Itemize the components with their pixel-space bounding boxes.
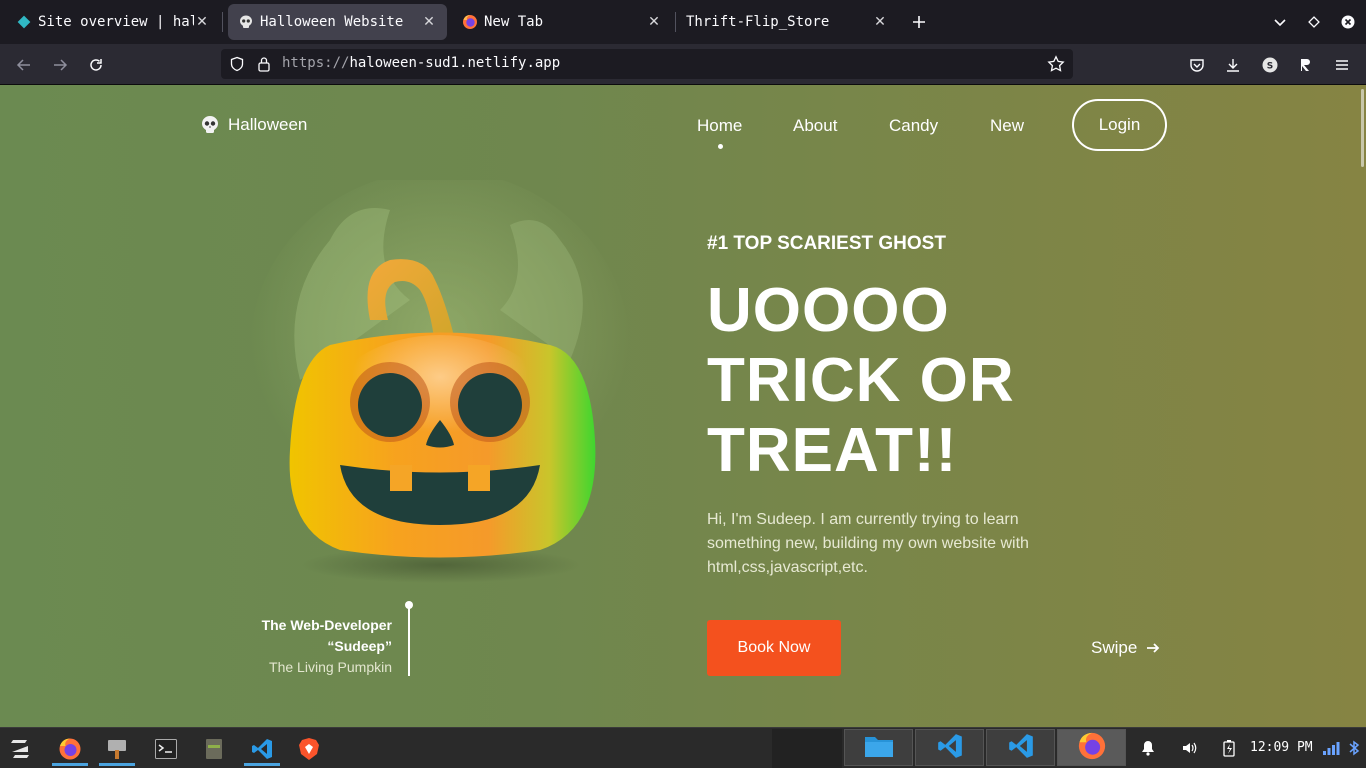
nav-link-about[interactable]: About [793, 116, 837, 136]
site-logo-text: Halloween [228, 115, 308, 134]
credit-name: “Sudeep” [327, 638, 392, 654]
swipe-label: Swipe [1091, 638, 1138, 657]
close-tab-icon[interactable]: ✕ [646, 14, 662, 30]
headline-line-1: UOOOO [707, 276, 950, 345]
tab-title: Site overview | halow [38, 14, 194, 30]
files-icon [864, 733, 894, 763]
running-indicator [99, 763, 135, 766]
bookmark-star-icon[interactable] [1047, 55, 1065, 77]
tab-new-tab[interactable]: New Tab ✕ [452, 4, 672, 40]
forward-arrow-icon[interactable] [49, 54, 71, 76]
skull-icon [200, 115, 220, 135]
headline-line-2: TRICK OR [707, 346, 1015, 415]
active-nav-indicator [718, 144, 723, 149]
nav-link-candy[interactable]: Candy [889, 116, 938, 136]
credit-subtitle: The Living Pumpkin [269, 659, 392, 675]
notification-bell-icon[interactable] [1138, 738, 1158, 758]
firefox-icon[interactable] [50, 732, 90, 766]
battery-charging-icon[interactable] [1219, 738, 1239, 758]
credit-divider [408, 606, 410, 676]
zorin-menu-icon[interactable] [0, 732, 40, 766]
firefox-icon [1077, 731, 1107, 765]
downloads-icon[interactable] [1222, 54, 1244, 76]
credit-block: The Web-Developer “Sudeep” The Living Pu… [262, 615, 392, 678]
window-files[interactable] [844, 729, 913, 766]
pocket-icon[interactable] [1186, 54, 1208, 76]
url-text[interactable]: https://haloween-sud1.netlify.app [282, 55, 560, 71]
vscode-icon[interactable] [242, 732, 282, 766]
extension-icon[interactable] [1295, 54, 1317, 76]
navigation-toolbar: https://haloween-sud1.netlify.app S [0, 44, 1366, 85]
tab-title: Thrift-Flip_Store [686, 14, 830, 30]
vscode-icon [937, 733, 963, 763]
running-indicator [244, 763, 280, 766]
lock-icon[interactable] [257, 56, 271, 76]
close-tab-icon[interactable]: ✕ [872, 14, 888, 30]
window-close-icon[interactable] [1338, 12, 1358, 32]
window-vscode-1[interactable] [915, 729, 984, 766]
firefox-icon [462, 14, 478, 30]
shield-icon[interactable] [229, 56, 245, 76]
close-tab-icon[interactable]: ✕ [194, 14, 210, 30]
url-host: haloween-sud1.netlify.app [349, 55, 561, 71]
skull-icon [238, 14, 254, 30]
taskbar-spacer [772, 729, 842, 768]
pumpkin-illustration [250, 180, 630, 583]
tab-title: New Tab [484, 14, 544, 30]
hero-kicker: #1 TOP SCARIEST GHOST [707, 233, 946, 254]
hamburger-menu-icon[interactable] [1331, 54, 1353, 76]
volume-icon[interactable] [1179, 738, 1199, 758]
swipe-link[interactable]: Swipe [1091, 638, 1160, 658]
window-restore-icon[interactable] [1304, 12, 1324, 32]
svg-text:S: S [1267, 62, 1273, 72]
tab-halloween-website[interactable]: Halloween Website ✕ [228, 4, 447, 40]
login-button[interactable]: Login [1072, 99, 1167, 151]
tab-thrift-flip-store[interactable]: Thrift-Flip_Store ✕ [676, 4, 898, 40]
credit-title: The Web-Developer [261, 617, 392, 633]
url-scheme: https:// [282, 55, 350, 71]
paint-icon[interactable] [97, 732, 137, 766]
address-bar[interactable]: https://haloween-sud1.netlify.app [221, 49, 1073, 79]
nav-link-new[interactable]: New [990, 116, 1024, 136]
nav-link-home[interactable]: Home [697, 116, 742, 136]
os-taskbar: 12:09 PM [0, 727, 1366, 768]
site-logo[interactable]: Halloween [200, 115, 307, 135]
reload-icon[interactable] [85, 54, 107, 76]
hero-description: Hi, I'm Sudeep. I am currently trying to… [707, 511, 1029, 576]
vscode-icon [1008, 733, 1034, 763]
account-avatar-icon[interactable]: S [1259, 54, 1281, 76]
bluetooth-icon[interactable] [1344, 738, 1364, 758]
terminal-icon[interactable] [146, 732, 186, 766]
netlify-icon [16, 14, 32, 30]
book-now-button[interactable]: Book Now [707, 620, 841, 676]
network-signal-icon[interactable] [1321, 738, 1341, 758]
system-clock[interactable]: 12:09 PM [1250, 740, 1313, 755]
running-indicator [52, 763, 88, 766]
brave-icon[interactable] [289, 732, 329, 766]
hero-headline: UOOOO TRICK OR TREAT!! [707, 276, 1015, 486]
window-firefox[interactable] [1057, 729, 1126, 766]
tab-separator [222, 12, 223, 32]
file-roller-icon[interactable] [194, 732, 234, 766]
headline-line-3: TREAT!! [707, 416, 958, 485]
window-vscode-2[interactable] [986, 729, 1055, 766]
tab-strip: Site overview | halow ✕ Halloween Websit… [0, 0, 1366, 44]
list-all-tabs-icon[interactable] [1270, 12, 1290, 32]
scrollbar-thumb[interactable] [1361, 89, 1364, 167]
page-viewport: Halloween Home About Candy New Login The… [0, 85, 1366, 727]
tab-title: Halloween Website [260, 14, 404, 30]
back-arrow-icon[interactable] [13, 54, 35, 76]
new-tab-icon[interactable] [909, 12, 929, 32]
arrow-right-icon [1146, 641, 1160, 655]
tab-site-overview[interactable]: Site overview | halow ✕ [6, 4, 220, 40]
close-tab-icon[interactable]: ✕ [421, 14, 437, 30]
